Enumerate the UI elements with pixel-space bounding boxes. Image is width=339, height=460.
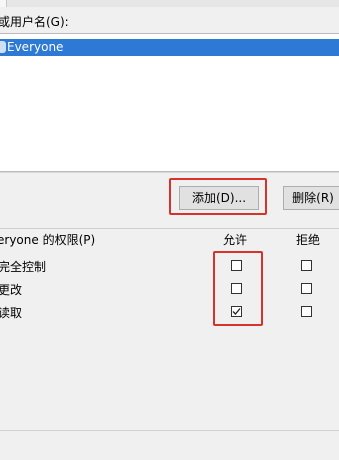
user-list-item-everyone[interactable]: Everyone: [0, 39, 339, 56]
permissions-title: eryone 的权限(P): [0, 233, 96, 247]
permission-label-read: 读取: [0, 306, 23, 320]
allow-column-highlight: [213, 251, 263, 326]
deny-column-header: 拒绝: [296, 233, 321, 247]
deny-change-checkbox[interactable]: [301, 283, 312, 294]
group-or-user-names-label: 或用户名(G):: [0, 15, 69, 29]
add-button-highlight: [169, 178, 267, 215]
user-group-icon: [0, 41, 6, 53]
bottom-divider: [0, 430, 339, 431]
tab-edge: [0, 0, 7, 7]
deny-read-checkbox[interactable]: [301, 306, 312, 317]
permissions-divider: [0, 228, 339, 229]
user-list[interactable]: Everyone: [0, 33, 339, 172]
allow-column-header: 允许: [223, 233, 248, 247]
permission-label-change: 更改: [0, 283, 23, 297]
divider: [0, 172, 339, 173]
user-list-item-label: Everyone: [7, 40, 64, 54]
remove-button[interactable]: 删除(R): [283, 186, 339, 210]
tab-strip: [0, 0, 339, 7]
permission-label-full-control: 完全控制: [0, 260, 47, 274]
deny-full-control-checkbox[interactable]: [301, 260, 312, 271]
